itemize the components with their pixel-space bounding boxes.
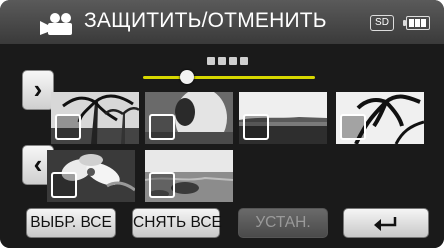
selection-checkbox[interactable] — [149, 172, 175, 198]
selection-checkbox[interactable] — [55, 114, 81, 140]
return-button[interactable] — [343, 208, 429, 238]
thumbnail-sea-rocks[interactable] — [145, 150, 233, 202]
thumbnail-flowers[interactable] — [47, 150, 135, 202]
return-arrow-icon — [374, 216, 397, 231]
thumbnail-beach-horizon[interactable] — [239, 92, 327, 144]
thumbnail-palm-silhouette[interactable] — [336, 92, 424, 144]
next-page-button[interactable]: › — [22, 70, 54, 110]
sd-card-badge: SD — [370, 15, 394, 31]
selection-checkbox[interactable] — [149, 114, 175, 140]
thumbnail-person-portrait[interactable] — [145, 92, 233, 144]
header-bar: ЗАЩИТИТЬ/ОТМЕНИТЬ SD — [0, 0, 444, 45]
select-all-button[interactable]: ВЫБР. ВСЕ — [26, 208, 116, 238]
page-slider-track[interactable] — [143, 76, 315, 79]
protect-screen: ЗАЩИТИТЬ/ОТМЕНИТЬ SD › ‹ ВЫБР. ВСЕ СНЯТЬ… — [0, 0, 444, 248]
page-indicator — [207, 57, 248, 65]
battery-icon — [403, 16, 430, 30]
selection-checkbox[interactable] — [243, 114, 269, 140]
selection-checkbox[interactable] — [51, 172, 77, 198]
page-title: ЗАЩИТИТЬ/ОТМЕНИТЬ — [84, 9, 327, 32]
thumbnail-palm-trees[interactable] — [51, 92, 139, 144]
deselect-all-button[interactable]: СНЯТЬ ВСЕ — [132, 208, 222, 238]
selection-checkbox[interactable] — [340, 114, 366, 140]
set-button[interactable]: УСТАН. — [238, 208, 328, 238]
page-slider-knob[interactable] — [180, 70, 194, 84]
video-camera-icon — [40, 13, 72, 35]
